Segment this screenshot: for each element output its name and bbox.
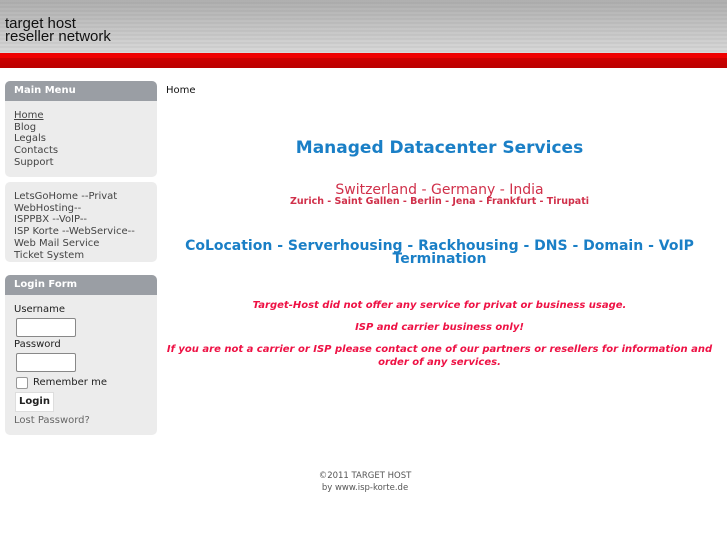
password-input[interactable] — [16, 353, 76, 372]
notice-isp-only: ISP and carrier business only! — [355, 322, 524, 333]
site-logo[interactable]: target host reseller network — [5, 16, 111, 45]
remember-me-checkbox[interactable] — [16, 377, 28, 389]
username-input[interactable] — [16, 318, 76, 337]
footer-credit: by www.isp-korte.de — [321, 483, 409, 493]
services: CoLocation - Serverhousing - Rackhousing… — [185, 238, 694, 267]
link-ticket-system[interactable]: Ticket System — [14, 250, 84, 261]
breadcrumb: Home — [166, 85, 196, 96]
lost-password-link[interactable]: Lost Password? — [14, 415, 90, 427]
username-label: Username — [14, 304, 65, 315]
menu-item-home[interactable]: Home — [14, 110, 44, 121]
login-button[interactable]: Login — [15, 392, 54, 412]
link-isppbx[interactable]: ISPPBX --VoIP-- — [14, 214, 87, 225]
remember-me-label: Remember me — [33, 377, 107, 388]
menu-item-contacts[interactable]: Contacts — [14, 145, 58, 156]
link-isp-korte[interactable]: ISP Korte --WebService-- — [14, 226, 135, 237]
password-label: Password — [14, 339, 61, 350]
page-title: Managed Datacenter Services — [295, 138, 584, 158]
notice-no-private: Target-Host did not offer any service fo… — [252, 300, 627, 311]
menu-item-legals[interactable]: Legals — [14, 133, 46, 144]
footer: ©2011 TARGET HOST by www.isp-korte.de — [240, 470, 490, 494]
copyright: ©2011 TARGET HOST — [318, 471, 412, 481]
login-form: Login Form Username Password Remember me… — [5, 275, 157, 435]
logo-line-2: reseller network — [5, 28, 111, 45]
link-webhosting[interactable]: WebHosting-- — [14, 203, 81, 214]
links-menu: LetsGoHome --Privat WebHosting-- ISPPBX … — [5, 182, 157, 262]
main-menu-title: Main Menu — [5, 81, 157, 101]
link-letsgohome[interactable]: LetsGoHome --Privat — [14, 191, 117, 202]
cities: Zurich - Saint Gallen - Berlin - Jena - … — [290, 196, 589, 207]
link-web-mail[interactable]: Web Mail Service — [14, 238, 99, 249]
menu-item-blog[interactable]: Blog — [14, 122, 36, 133]
login-form-title: Login Form — [5, 275, 157, 295]
notice-contact-partners: If you are not a carrier or ISP please c… — [166, 344, 713, 368]
menu-item-support[interactable]: Support — [14, 157, 54, 168]
header-red-band — [0, 53, 727, 68]
main-menu: Main Menu Home Blog Legals Contacts Supp… — [5, 81, 157, 177]
site-header: target host reseller network — [0, 0, 727, 53]
